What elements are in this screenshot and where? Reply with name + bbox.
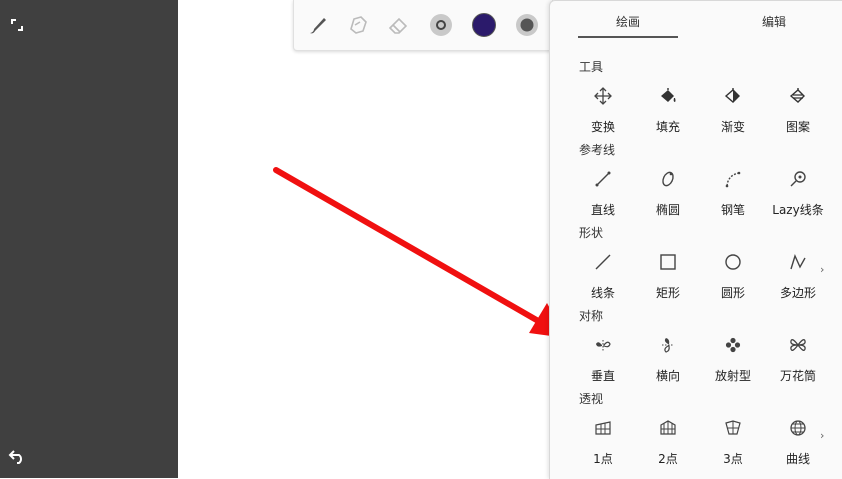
tool-gradient[interactable]: 渐变 <box>701 87 765 147</box>
ellipse-guide-icon <box>659 170 677 188</box>
circle-icon <box>724 253 742 271</box>
rectangle-icon <box>659 253 677 271</box>
curved-perspective-icon <box>789 419 807 437</box>
kaleidoscope-icon <box>789 336 807 354</box>
expand-icon[interactable] <box>9 17 25 33</box>
tool-curved-perspective[interactable]: 曲线 <box>766 419 830 479</box>
tool-radial-symmetry[interactable]: 放射型 <box>701 336 765 396</box>
left-sidebar <box>0 0 178 478</box>
tool-straight-line[interactable]: 直线 <box>571 170 635 230</box>
tool-horizontal-symmetry[interactable]: 横向 <box>636 336 700 396</box>
perspective-more-chevron[interactable]: › <box>820 429 824 442</box>
tool-line[interactable]: 线条 <box>571 253 635 313</box>
tool-label: 曲线 <box>785 452 810 466</box>
brush-toolbar <box>293 0 553 51</box>
radial-symmetry-icon <box>724 336 742 354</box>
tool-ellipse-guide[interactable]: 椭圆 <box>636 170 700 230</box>
tool-circle[interactable]: 圆形 <box>701 253 765 313</box>
pen-curve-icon <box>724 170 742 188</box>
panel-tabs: 绘画 编辑 <box>550 1 842 41</box>
tool-two-point-perspective[interactable]: 2点 <box>636 419 700 479</box>
one-point-perspective-icon <box>594 419 612 437</box>
vertical-symmetry-icon <box>594 336 612 354</box>
line-shape-icon <box>594 253 612 271</box>
tool-pen[interactable]: 钢笔 <box>701 170 765 230</box>
color-swatch-icon[interactable] <box>472 13 496 37</box>
eraser-icon[interactable] <box>386 13 410 37</box>
lazy-line-icon <box>789 170 807 188</box>
brush-icon[interactable] <box>306 13 330 37</box>
section-title-tools: 工具 <box>579 60 604 74</box>
fill-bucket-icon <box>659 87 677 105</box>
tool-label: 图案 <box>785 120 810 134</box>
section-title-symmetry: 对称 <box>579 309 604 323</box>
section-title-perspective: 透视 <box>579 392 604 406</box>
move-arrows-icon <box>594 87 612 105</box>
tool-polygon[interactable]: 多边形 <box>766 253 830 313</box>
three-point-perspective-icon <box>724 419 742 437</box>
straight-line-icon <box>594 170 612 188</box>
tool-three-point-perspective[interactable]: 3点 <box>701 419 765 479</box>
tool-label: 多边形 <box>779 286 816 300</box>
pattern-icon <box>789 87 807 105</box>
tool-pattern[interactable]: 图案 <box>766 87 830 147</box>
tool-label: Lazy线条 <box>772 203 824 217</box>
tools-panel: 绘画 编辑 工具 变换 填充 渐变 图案 参考线 直线 椭圆 钢笔 Lazy线条… <box>549 0 842 479</box>
section-title-shapes: 形状 <box>579 226 604 240</box>
tool-rectangle[interactable]: 矩形 <box>636 253 700 313</box>
two-point-perspective-icon <box>659 419 677 437</box>
brush-size-icon[interactable] <box>429 13 453 37</box>
opacity-icon[interactable] <box>515 13 539 37</box>
tool-one-point-perspective[interactable]: 1点 <box>571 419 635 479</box>
active-tab-indicator <box>578 36 678 38</box>
section-title-guides: 参考线 <box>579 143 616 157</box>
tool-kaleidoscope[interactable]: 万花筒 <box>766 336 830 396</box>
tab-edit[interactable]: 编辑 <box>724 13 824 30</box>
tool-lazy-line[interactable]: Lazy线条 <box>766 170 830 230</box>
horizontal-symmetry-icon <box>659 336 677 354</box>
gradient-icon <box>724 87 742 105</box>
tool-fill[interactable]: 填充 <box>636 87 700 147</box>
polygon-icon <box>789 253 807 271</box>
tab-draw[interactable]: 绘画 <box>578 13 678 30</box>
tool-label: 万花筒 <box>779 369 816 383</box>
smudge-icon[interactable] <box>346 13 370 37</box>
tool-vertical-symmetry[interactable]: 垂直 <box>571 336 635 396</box>
shapes-more-chevron[interactable]: › <box>820 263 824 276</box>
tool-transform[interactable]: 变换 <box>571 87 635 147</box>
undo-icon[interactable] <box>8 448 26 464</box>
